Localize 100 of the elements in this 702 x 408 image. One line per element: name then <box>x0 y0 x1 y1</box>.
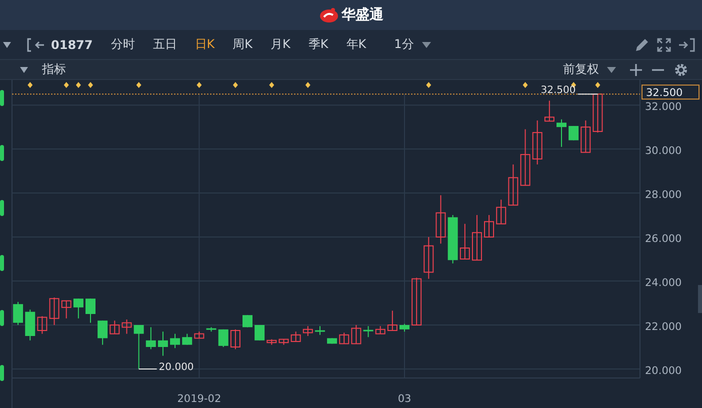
caret-icon[interactable] <box>3 42 11 48</box>
rising-candle <box>49 297 60 326</box>
rising-candle <box>496 199 506 224</box>
rising-candle <box>532 120 542 165</box>
falling-candle <box>134 324 144 370</box>
event-marker-icon[interactable] <box>136 82 142 88</box>
falling-candle <box>327 338 338 344</box>
period-tab[interactable]: 季K <box>302 34 334 55</box>
scrollbar-thumb[interactable] <box>698 285 702 313</box>
caret-icon[interactable] <box>607 66 616 72</box>
y-axis-label: 30.000 <box>645 145 682 158</box>
rising-candle <box>387 310 398 331</box>
panel-edge-tab[interactable] <box>0 255 4 271</box>
pencil-icon[interactable] <box>634 36 650 52</box>
rising-candle <box>580 120 591 153</box>
falling-candle <box>206 326 216 332</box>
falling-candle <box>242 314 252 328</box>
falling-candle <box>98 320 108 346</box>
indicator-label[interactable]: 指标 <box>42 61 66 78</box>
panel-edge-tab[interactable] <box>0 310 4 326</box>
y-axis-label: 26.000 <box>645 233 682 246</box>
rising-candle <box>290 331 301 342</box>
period-tab[interactable]: 分时 <box>104 34 141 55</box>
rising-candle <box>484 214 494 238</box>
period-tab[interactable]: 年K <box>340 34 372 55</box>
caret-icon[interactable] <box>422 42 431 48</box>
caret-icon[interactable] <box>20 66 28 72</box>
leader-line <box>138 368 158 370</box>
rising-candle <box>37 316 48 334</box>
high-price-label: 32.500 <box>540 85 576 96</box>
falling-candle <box>314 326 325 336</box>
falling-candle <box>146 326 156 350</box>
x-axis-label: 2019-02 <box>177 393 222 405</box>
rising-candle <box>472 214 482 261</box>
falling-candle <box>400 323 410 332</box>
plus-icon[interactable] <box>630 64 642 76</box>
rising-candle <box>375 326 386 334</box>
settings-icon[interactable] <box>674 62 688 76</box>
logo-icon <box>318 7 338 23</box>
event-marker-icon[interactable] <box>88 82 93 88</box>
falling-candle <box>170 333 180 349</box>
rising-candle <box>339 332 350 344</box>
rising-candle <box>122 319 132 334</box>
event-marker-icon[interactable] <box>28 82 33 88</box>
event-marker-icon[interactable] <box>196 82 202 88</box>
falling-candle <box>73 298 84 319</box>
rising-candle <box>278 338 289 346</box>
falling-candle <box>218 328 228 348</box>
collapse-panel-icon[interactable] <box>27 38 45 52</box>
ref-line-label: 32.500 <box>646 87 683 100</box>
interval-dropdown[interactable]: 1分 <box>388 34 437 55</box>
period-tab[interactable]: 日K <box>188 34 221 55</box>
period-tab[interactable]: 五日 <box>146 34 183 55</box>
expand-icon[interactable] <box>656 36 672 52</box>
rising-candle <box>194 331 204 339</box>
rising-candle <box>508 164 518 206</box>
x-axis-label: 03 <box>398 393 412 405</box>
rising-candle <box>412 277 422 326</box>
falling-candle <box>568 125 579 141</box>
falling-candle <box>363 326 374 338</box>
panel-edge-tab[interactable] <box>0 200 4 216</box>
event-marker-icon[interactable] <box>269 82 274 88</box>
leader-line <box>577 94 598 95</box>
falling-candle <box>13 301 24 326</box>
low-price-label: 20.000 <box>158 362 194 373</box>
panel-edge-tab[interactable] <box>0 145 4 161</box>
falling-candle <box>86 298 96 324</box>
y-axis-label: 32.000 <box>645 101 682 114</box>
event-marker-icon[interactable] <box>76 82 81 88</box>
rising-candle <box>61 300 72 319</box>
panel-edge-tab[interactable] <box>0 90 4 106</box>
rising-candle <box>544 100 554 122</box>
falling-candle <box>158 331 168 356</box>
rising-candle <box>351 324 362 344</box>
price-tag: 32.500 <box>642 84 700 100</box>
falling-candle <box>556 118 566 148</box>
logo-text: 华盛通 <box>342 6 384 24</box>
rising-candle <box>266 338 277 346</box>
rising-candle <box>230 328 240 350</box>
falling-candle <box>25 309 36 341</box>
exit-icon[interactable] <box>678 36 696 52</box>
period-tab[interactable]: 月K <box>264 34 296 55</box>
rising-candle <box>302 326 313 336</box>
event-marker-icon[interactable] <box>522 82 528 88</box>
period-tab[interactable]: 周K <box>226 34 258 55</box>
event-marker-icon[interactable] <box>595 82 600 88</box>
y-axis-label: 24.000 <box>645 277 682 290</box>
rising-candle <box>592 94 603 134</box>
rising-candle <box>460 223 470 260</box>
y-axis-label: 22.000 <box>645 321 682 333</box>
event-marker-icon[interactable] <box>305 82 310 88</box>
y-axis-label: 20.000 <box>645 364 682 377</box>
rising-candle <box>436 194 446 244</box>
event-marker-icon[interactable] <box>232 82 238 88</box>
adjustment-dropdown[interactable]: 前复权 <box>559 61 620 78</box>
panel-edge-tab[interactable] <box>0 365 4 381</box>
event-marker-icon[interactable] <box>64 82 69 88</box>
stock-code: 01877 <box>51 38 93 52</box>
event-marker-icon[interactable] <box>426 82 432 88</box>
falling-candle <box>182 333 192 346</box>
